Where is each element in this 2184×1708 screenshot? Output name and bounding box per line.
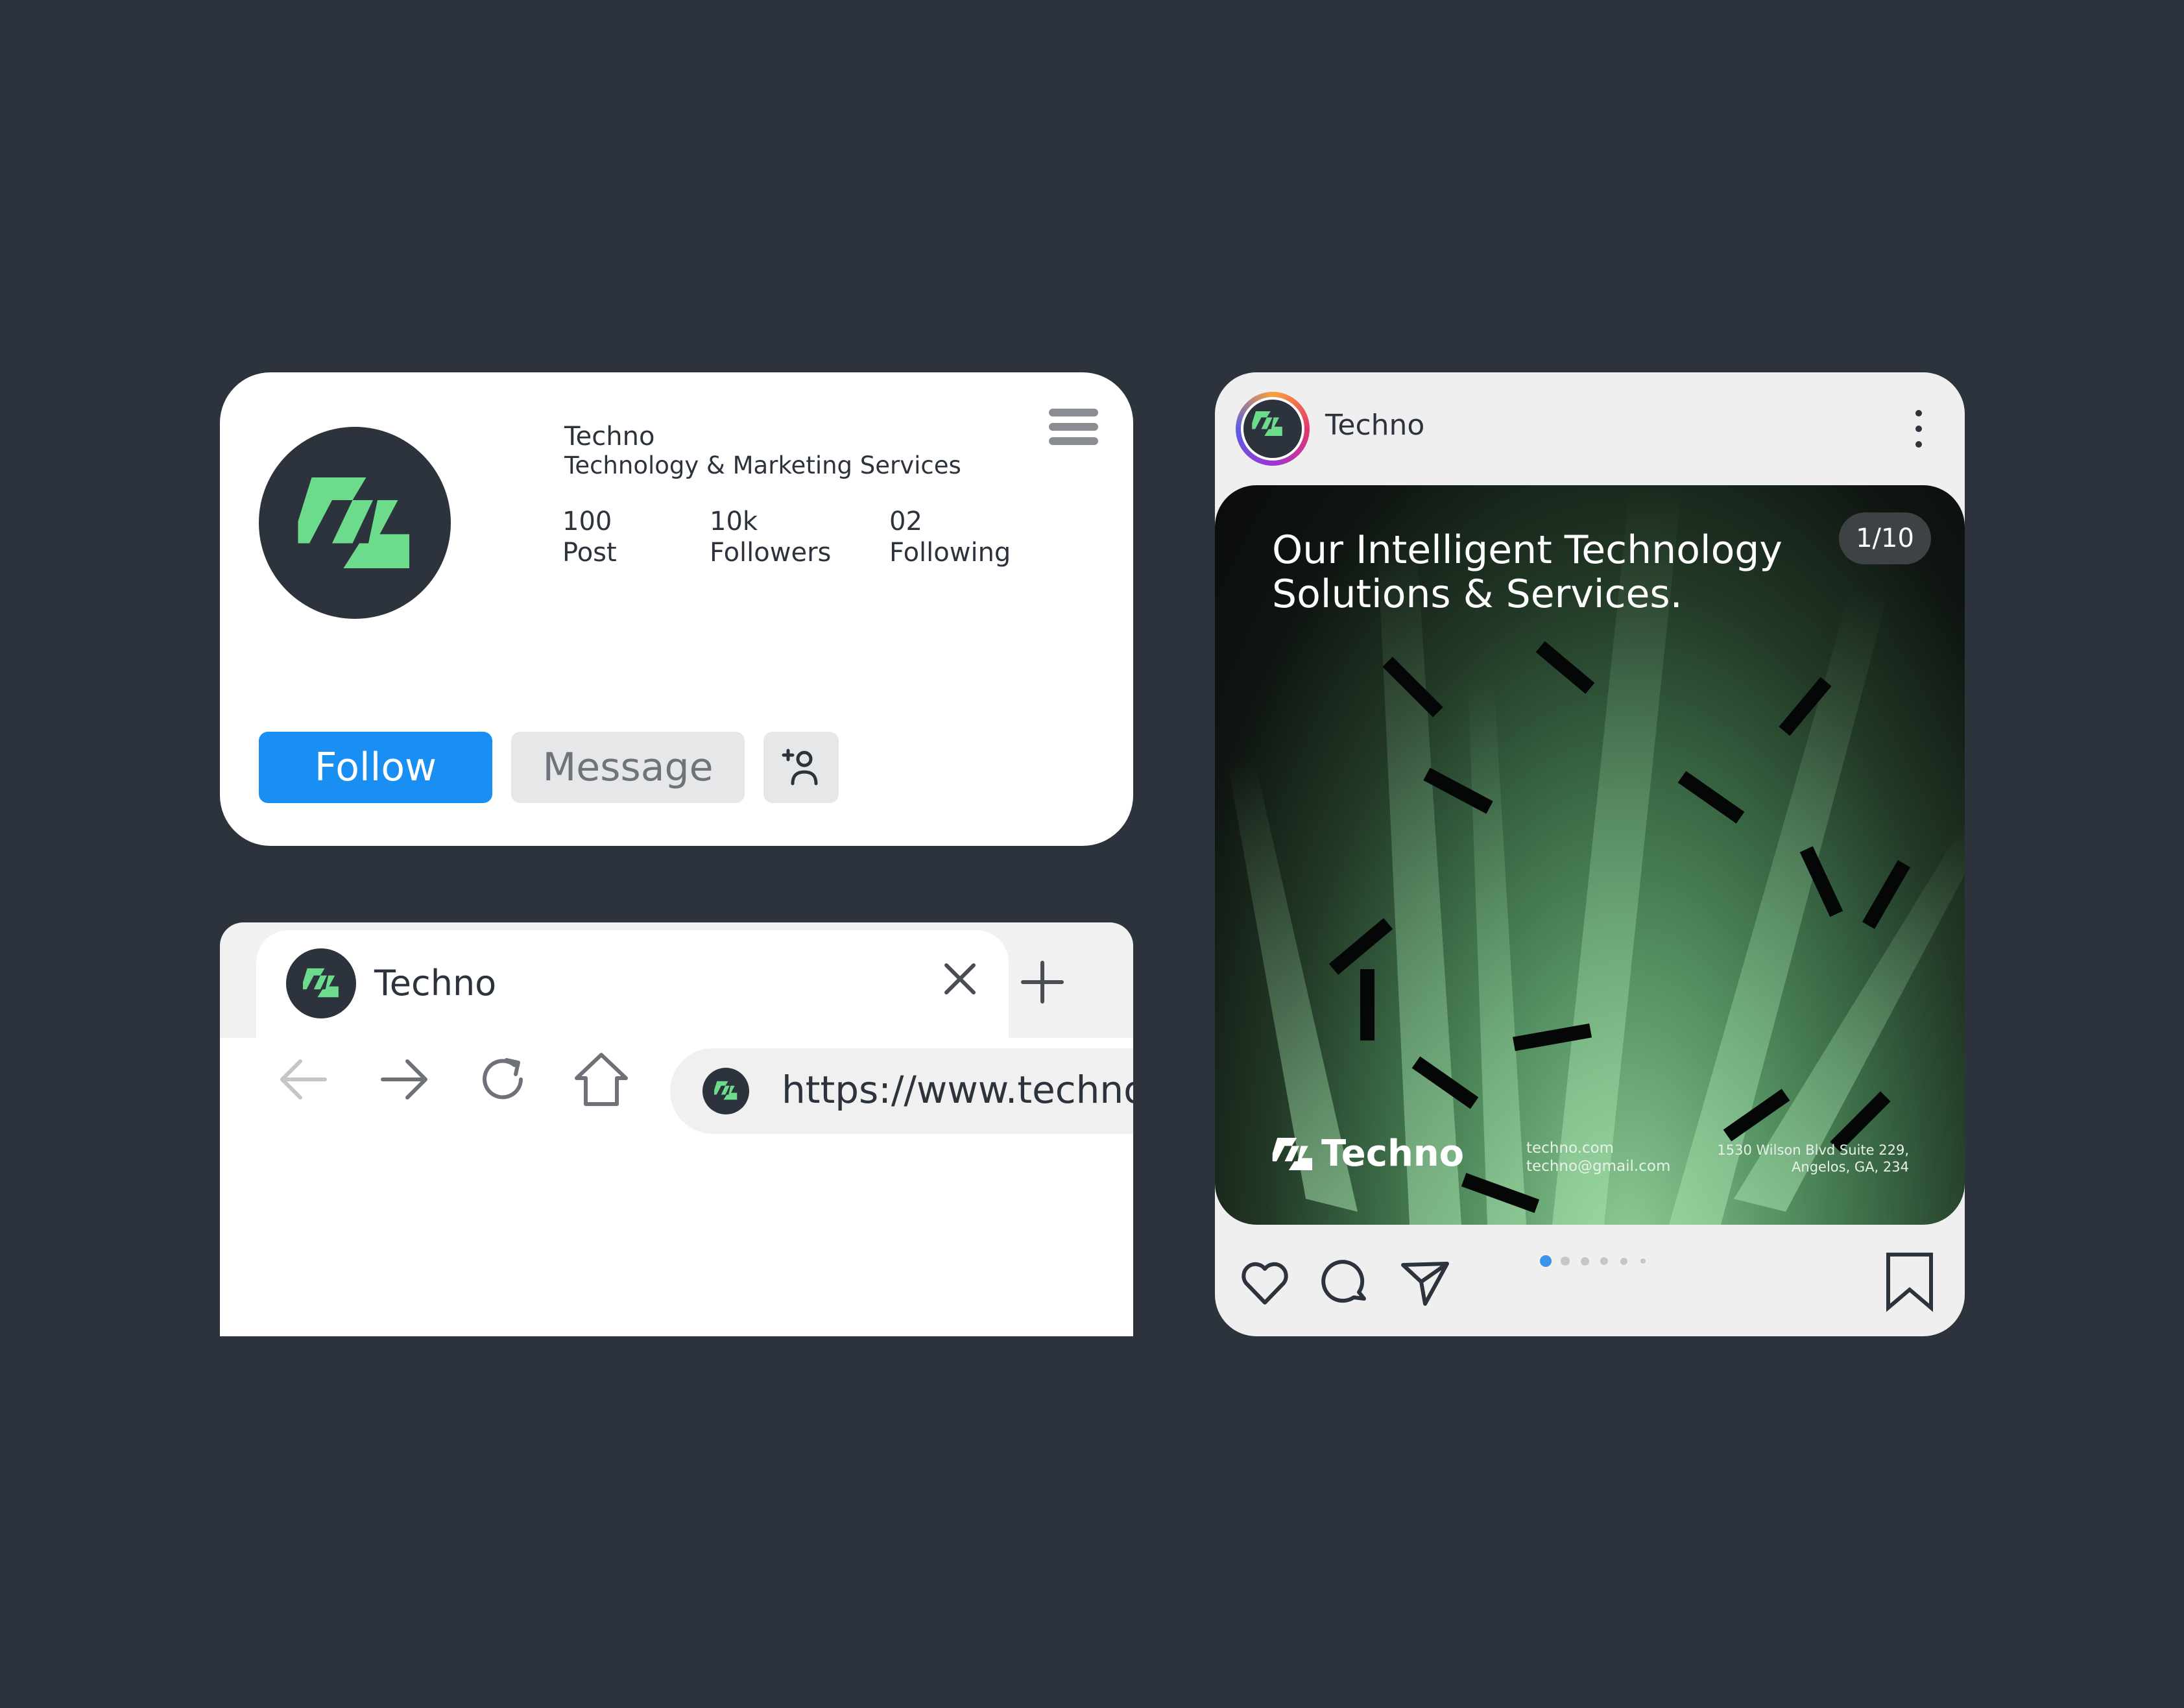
heart-icon[interactable]	[1238, 1256, 1291, 1309]
profile-name: Techno	[564, 422, 655, 451]
carousel-dot[interactable]	[1600, 1257, 1608, 1265]
message-button[interactable]: Message	[511, 732, 745, 803]
carousel-dot[interactable]	[1640, 1258, 1646, 1264]
carousel-dot[interactable]	[1620, 1257, 1627, 1265]
reload-icon[interactable]	[473, 1050, 533, 1109]
post-headline: Our Intelligent Technology Solutions & S…	[1272, 528, 1856, 616]
comment-icon[interactable]	[1319, 1256, 1372, 1309]
arrow-left-icon[interactable]	[274, 1050, 334, 1109]
tab-title: Techno	[374, 963, 497, 1004]
address-bar[interactable]: https://www.techno	[670, 1048, 1133, 1134]
social-post-card: Techno Our Intelligent Technology Soluti…	[1215, 372, 1965, 1336]
stat-posts[interactable]: 100 Post	[562, 506, 617, 568]
bookmark-icon[interactable]	[1882, 1251, 1938, 1313]
post-contact: techno.com techno@gmail.com	[1526, 1139, 1670, 1175]
post-website: techno.com	[1526, 1140, 1614, 1157]
browser-tab[interactable]: Techno	[256, 930, 1009, 1038]
post-author-avatar[interactable]	[1236, 392, 1310, 466]
stat-label: Following	[889, 538, 1011, 568]
post-brand: Techno	[1272, 1133, 1464, 1175]
stat-value: 10k	[710, 507, 758, 536]
post-headline-line2: Solutions & Services.	[1272, 571, 1683, 617]
post-image[interactable]: Our Intelligent Technology Solutions & S…	[1215, 485, 1965, 1225]
more-options-icon[interactable]	[1909, 410, 1928, 451]
techno-logo-icon	[296, 477, 413, 568]
slide-counter: 1/10	[1839, 512, 1931, 564]
post-brand-name: Techno	[1321, 1133, 1465, 1175]
stat-value: 02	[889, 507, 922, 536]
post-email: techno@gmail.com	[1526, 1158, 1671, 1175]
follow-button[interactable]: Follow	[259, 732, 492, 803]
arrow-right-icon[interactable]	[374, 1050, 433, 1109]
post-headline-line1: Our Intelligent Technology	[1272, 527, 1782, 573]
carousel-dot[interactable]	[1580, 1257, 1589, 1266]
tab-favicon-icon	[286, 948, 356, 1018]
carousel-dot[interactable]	[1561, 1257, 1570, 1266]
techno-logo-icon	[1272, 1138, 1314, 1170]
post-username[interactable]: Techno	[1325, 409, 1424, 442]
home-icon[interactable]	[571, 1050, 631, 1109]
hamburger-menu-icon[interactable]	[1049, 409, 1098, 445]
stat-following[interactable]: 02 Following	[889, 506, 1011, 568]
close-icon[interactable]	[937, 956, 983, 1002]
stat-followers[interactable]: 10k Followers	[710, 506, 831, 568]
post-address-line2: Angelos, GA, 234	[1792, 1159, 1909, 1175]
browser-window: Techno https://www.techno	[220, 922, 1133, 1336]
stat-value: 100	[562, 507, 612, 536]
post-address-line1: 1530 Wilson Blvd Suite 229,	[1717, 1142, 1909, 1158]
profile-tagline: Technology & Marketing Services	[564, 451, 961, 479]
add-user-button[interactable]	[763, 732, 839, 803]
browser-viewport: https://www.techno	[220, 1038, 1133, 1336]
stat-label: Followers	[710, 538, 832, 568]
techno-logo-icon	[1251, 411, 1284, 436]
profile-avatar[interactable]	[259, 427, 451, 619]
new-tab-plus-icon[interactable]	[1011, 951, 1074, 1013]
post-address: 1530 Wilson Blvd Suite 229, Angelos, GA,…	[1717, 1142, 1909, 1175]
send-icon[interactable]	[1398, 1256, 1451, 1309]
site-favicon-icon	[702, 1068, 749, 1114]
url-text[interactable]: https://www.techno	[782, 1068, 1133, 1112]
carousel-dot[interactable]	[1540, 1255, 1552, 1267]
profile-card: Techno Technology & Marketing Services 1…	[220, 372, 1133, 846]
stat-label: Post	[562, 538, 617, 568]
add-user-icon	[782, 749, 818, 786]
